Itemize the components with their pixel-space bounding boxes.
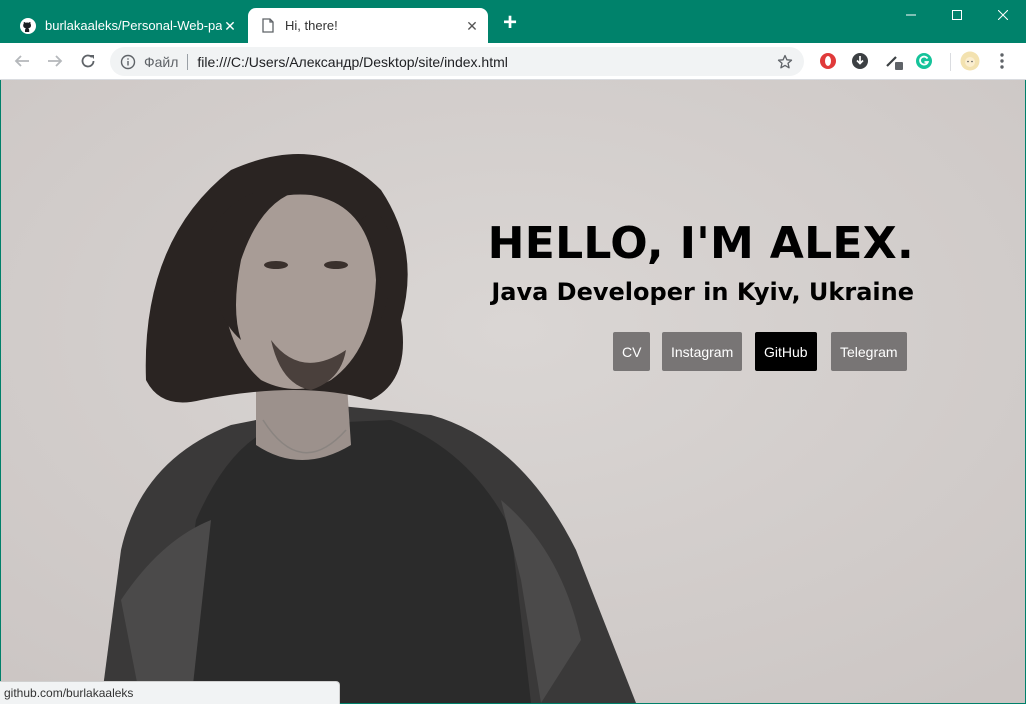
download-extension-icon[interactable] [850,51,870,71]
menu-icon[interactable] [992,51,1012,71]
instagram-button[interactable]: Instagram [662,332,743,371]
scheme-label: Файл [144,53,179,70]
page-icon [260,18,276,34]
close-icon[interactable]: ✕ [464,18,480,34]
hero-title: HELLO, I'M ALEX. [487,218,914,269]
divider [187,53,189,70]
back-button[interactable] [10,49,34,73]
avatar[interactable] [960,51,980,71]
new-tab-button[interactable]: + [498,11,522,36]
tab-title: Hi, there! [285,18,338,33]
page-viewport: HELLO, I'M ALEX. Java Developer in Kyiv,… [1,80,1025,703]
tab-title: burlakaaleks/Personal-Web-page [45,18,222,33]
hero-subtitle: Java Developer in Kyiv, Ukraine [491,278,914,306]
telegram-button[interactable]: Telegram [831,332,907,371]
divider [950,53,951,71]
title-bar: burlakaaleks/Personal-Web-page ✕ Hi, the… [0,0,1026,43]
url-text[interactable]: file:///C:/Users/Александр/Desktop/site/… [197,54,776,70]
info-icon[interactable] [120,54,136,70]
browser-toolbar: Файл file:///C:/Users/Александр/Desktop/… [0,43,1026,80]
portrait-photo [1,80,1025,703]
github-button[interactable]: GitHub [755,332,817,371]
status-bar: github.com/burlakaaleks [0,681,340,704]
close-window-button[interactable] [980,0,1026,30]
grammarly-extension-icon[interactable] [914,51,934,71]
github-icon [20,17,36,34]
opera-extension-icon[interactable] [818,51,838,71]
tab-github[interactable]: burlakaaleks/Personal-Web-page ✕ [8,8,246,43]
eyedropper-extension-icon[interactable] [884,51,904,71]
tab-hi-there[interactable]: Hi, there! ✕ [248,8,488,43]
close-icon[interactable]: ✕ [222,18,238,34]
minimize-button[interactable] [888,0,934,30]
maximize-button[interactable] [934,0,980,30]
cv-button[interactable]: CV [613,332,651,371]
address-bar[interactable]: Файл file:///C:/Users/Александр/Desktop/… [110,47,804,76]
reload-button[interactable] [76,49,100,73]
star-icon[interactable] [776,53,794,71]
hero-text: HELLO, I'M ALEX. Java Developer in Kyiv,… [488,215,914,309]
forward-button[interactable] [43,49,67,73]
